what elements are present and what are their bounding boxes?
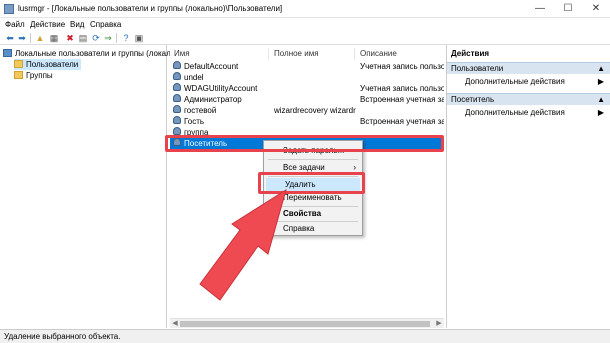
- annotation-arrow-icon: [199, 188, 287, 301]
